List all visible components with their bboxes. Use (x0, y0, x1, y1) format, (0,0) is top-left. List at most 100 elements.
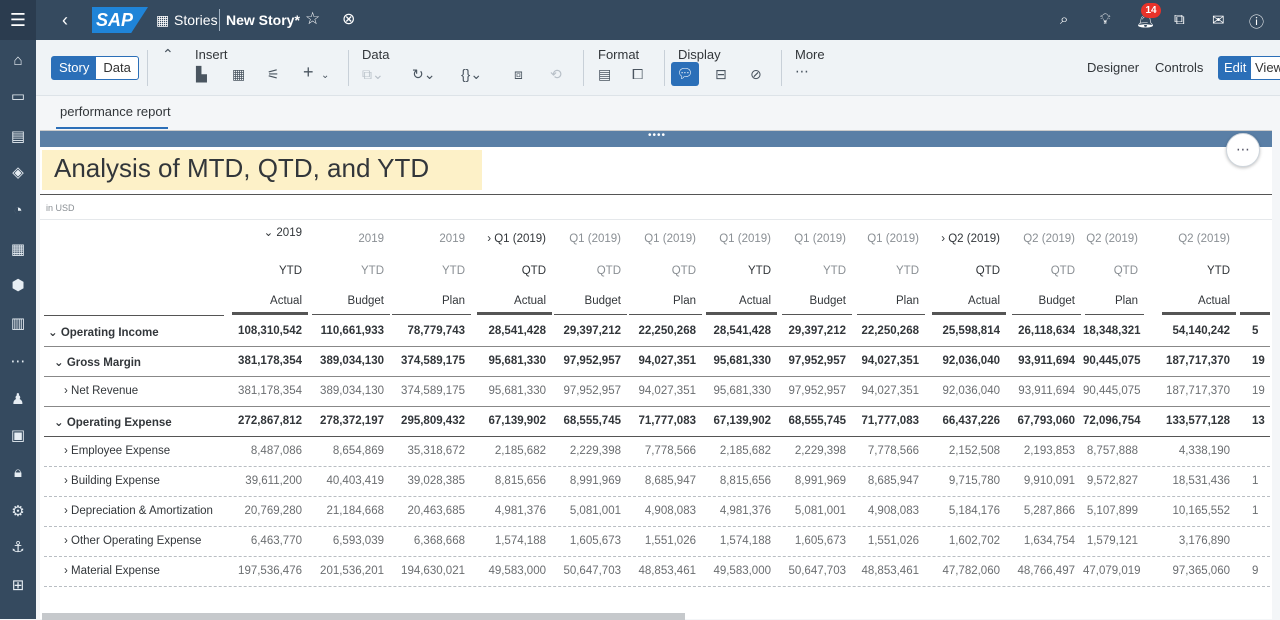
preview-icon[interactable]: ⧠ (632, 66, 643, 83)
lightbulb-icon[interactable]: 💡︎ (1100, 11, 1111, 28)
table-cell[interactable]: 1,634,754 (1010, 535, 1075, 547)
table-cell[interactable]: 1,602,702 (930, 535, 1000, 547)
row-header[interactable]: › Employee Expense (64, 445, 170, 457)
table-cell[interactable]: 67,793,060 (1010, 415, 1075, 427)
deployment-icon[interactable]: ⚓ (0, 538, 36, 556)
table-cell[interactable]: 28,541,428 (704, 325, 771, 337)
table-cell[interactable]: 4,981,376 (704, 505, 771, 517)
table-cell[interactable]: 295,809,432 (390, 415, 465, 427)
table-cell[interactable]: 187,717,370 (1160, 385, 1230, 397)
table-cell[interactable]: 71,777,083 (627, 415, 696, 427)
search-icon[interactable]: ⌕ (1060, 11, 1068, 28)
table-cell-partial[interactable]: 19 (1252, 385, 1272, 397)
chevron-down-icon[interactable]: ⌄ (321, 70, 329, 81)
add-icon[interactable]: + (303, 62, 314, 83)
favorite-star-icon[interactable]: ☆ (305, 9, 320, 29)
table-cell[interactable]: 108,310,542 (230, 325, 302, 337)
table-cell[interactable]: 2,229,398 (552, 445, 621, 457)
table-cell[interactable]: 4,981,376 (475, 505, 546, 517)
files-icon[interactable]: ▭ (0, 87, 36, 105)
menu-icon[interactable]: ☰ (0, 0, 36, 40)
table-cell[interactable]: 9,572,827 (1083, 475, 1138, 487)
more-dots-icon[interactable]: ⋯ (795, 63, 809, 80)
table-cell[interactable]: 7,778,566 (627, 445, 696, 457)
table-cell[interactable]: 194,630,021 (390, 565, 465, 577)
row-header[interactable]: › Other Operating Expense (64, 535, 201, 547)
table-cell[interactable]: 1,574,188 (475, 535, 546, 547)
table-cell[interactable]: 5,287,866 (1010, 505, 1075, 517)
table-cell[interactable]: 5,107,899 (1083, 505, 1138, 517)
table-cell[interactable]: 3,176,890 (1160, 535, 1230, 547)
table-cell[interactable]: 29,397,212 (552, 325, 621, 337)
discussion-icon[interactable]: ⧉ (1174, 11, 1185, 28)
table-cell[interactable]: 201,536,201 (310, 565, 384, 577)
table-cell[interactable]: 39,028,385 (390, 475, 465, 487)
no-data-icon[interactable]: ⊘ (750, 66, 762, 83)
table-cell-partial[interactable]: 9 (1252, 565, 1272, 577)
table-cell[interactable]: 68,555,745 (552, 415, 621, 427)
table-cell[interactable]: 49,583,000 (704, 565, 771, 577)
table-cell[interactable]: 90,445,075 (1083, 355, 1141, 367)
story-tab[interactable]: Story (52, 57, 97, 79)
widget-more-button[interactable]: ⋯ (1226, 133, 1260, 167)
table-cell[interactable]: 4,338,190 (1160, 445, 1230, 457)
table-cell-partial[interactable]: 1 (1252, 475, 1272, 487)
table-cell[interactable]: 40,403,419 (310, 475, 384, 487)
back-icon[interactable]: ‹ (62, 0, 68, 40)
edit-button[interactable]: Edit (1218, 56, 1253, 80)
analytic-app-icon[interactable]: ◈ (0, 163, 36, 181)
table-cell[interactable]: 8,815,656 (475, 475, 546, 487)
table-cell[interactable]: 29,397,212 (780, 325, 846, 337)
table-cell[interactable]: 133,577,128 (1160, 415, 1230, 427)
view-button[interactable]: View (1250, 56, 1280, 80)
table-cell[interactable]: 72,096,754 (1083, 415, 1141, 427)
calendar-icon[interactable]: ▥ (0, 314, 36, 332)
table-cell-partial[interactable]: 19 (1252, 355, 1272, 367)
table-cell[interactable]: 94,027,351 (855, 385, 919, 397)
table-cell[interactable]: 78,779,743 (390, 325, 465, 337)
table-cell[interactable]: 1,605,673 (780, 535, 846, 547)
table-cell[interactable]: 92,036,040 (930, 355, 1000, 367)
table-cell[interactable]: 48,853,461 (627, 565, 696, 577)
table-cell[interactable]: 1,605,673 (552, 535, 621, 547)
table-cell[interactable]: 389,034,130 (310, 355, 384, 367)
table-cell[interactable]: 5,081,001 (552, 505, 621, 517)
table-cell[interactable]: 94,027,351 (627, 355, 696, 367)
table-cell[interactable]: 197,536,476 (230, 565, 302, 577)
stories-link[interactable]: Stories (174, 12, 218, 28)
table-cell[interactable]: 21,184,668 (310, 505, 384, 517)
chart-icon[interactable]: ▙ (196, 66, 207, 83)
row-header[interactable]: › Net Revenue (64, 385, 138, 397)
table-cell[interactable]: 94,027,351 (627, 385, 696, 397)
table-cell[interactable]: 22,250,268 (627, 325, 696, 337)
table-cell[interactable]: 8,815,656 (704, 475, 771, 487)
tab-performance-report[interactable]: performance report (60, 104, 171, 119)
digital-boardroom-icon[interactable]: ◔ (0, 202, 36, 219)
table-cell[interactable]: 2,229,398 (780, 445, 846, 457)
table-cell[interactable]: 4,908,083 (627, 505, 696, 517)
table-cell[interactable]: 381,178,354 (230, 355, 302, 367)
table-cell[interactable]: 1,579,121 (1083, 535, 1138, 547)
table-cell[interactable]: 67,139,902 (704, 415, 771, 427)
table-cell[interactable]: 8,654,869 (310, 445, 384, 457)
collapse-icon[interactable]: ⌃ (162, 46, 174, 63)
table-cell[interactable]: 68,555,745 (780, 415, 846, 427)
table-cell[interactable]: 97,952,957 (780, 355, 846, 367)
linked-icon[interactable]: ⧈ (514, 66, 523, 83)
table-cell[interactable]: 9,910,091 (1010, 475, 1075, 487)
copy-data-icon[interactable]: ⧉⌄ (362, 66, 384, 83)
table-cell[interactable]: 95,681,330 (704, 385, 771, 397)
row-header[interactable]: ⌄ Operating Expense (54, 415, 172, 429)
table-cell[interactable]: 20,463,685 (390, 505, 465, 517)
table-cell[interactable]: 2,193,853 (1010, 445, 1075, 457)
comment-icon[interactable]: 💬︎ (671, 62, 699, 86)
column-header-period[interactable]: › Q1 (2019) (475, 233, 546, 245)
table-cell[interactable]: 48,853,461 (855, 565, 919, 577)
table-cell[interactable]: 25,598,814 (930, 325, 1000, 337)
column-header-period[interactable]: › Q2 (2019) (930, 233, 1000, 245)
table-cell[interactable]: 1,551,026 (855, 535, 919, 547)
data-analyzer-icon[interactable]: ⬢ (0, 276, 36, 294)
table-cell[interactable]: 71,777,083 (855, 415, 919, 427)
table-cell[interactable]: 8,487,086 (230, 445, 302, 457)
table-cell[interactable]: 1,574,188 (704, 535, 771, 547)
